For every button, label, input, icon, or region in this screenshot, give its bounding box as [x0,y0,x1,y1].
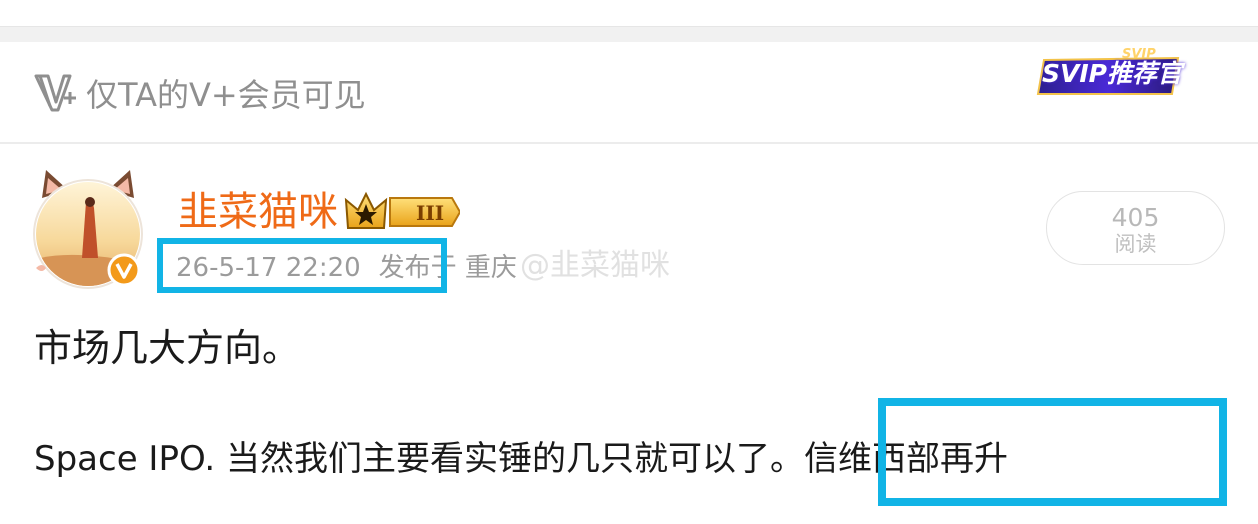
highlight-box-time [157,238,447,293]
v-plus-icon [34,74,76,112]
author-name[interactable]: 韭菜猫咪 [178,188,338,236]
read-count-button[interactable]: 405 阅读 [1046,191,1225,265]
level-number: III [416,201,444,225]
previous-card-bottom [0,0,1258,27]
avatar[interactable] [32,168,144,294]
post-text-line-2: Space IPO. 当然我们主要看实锤的几只就可以了。信维西部再升 [34,439,1008,479]
vip-only-notice: 仅TA的V+会员可见 [86,76,366,114]
svip-badge-text: SVIP推荐官 [1042,59,1182,88]
crown-level-icon: III [344,191,460,229]
weibo-watermark: @韭菜猫咪 [520,248,670,283]
highlight-box-keyword [878,398,1227,506]
verified-v-icon [107,253,141,287]
read-label: 阅读 [1114,232,1157,256]
post-text-line-1: 市场几大方向。 [34,326,301,370]
read-count: 405 [1111,203,1160,232]
